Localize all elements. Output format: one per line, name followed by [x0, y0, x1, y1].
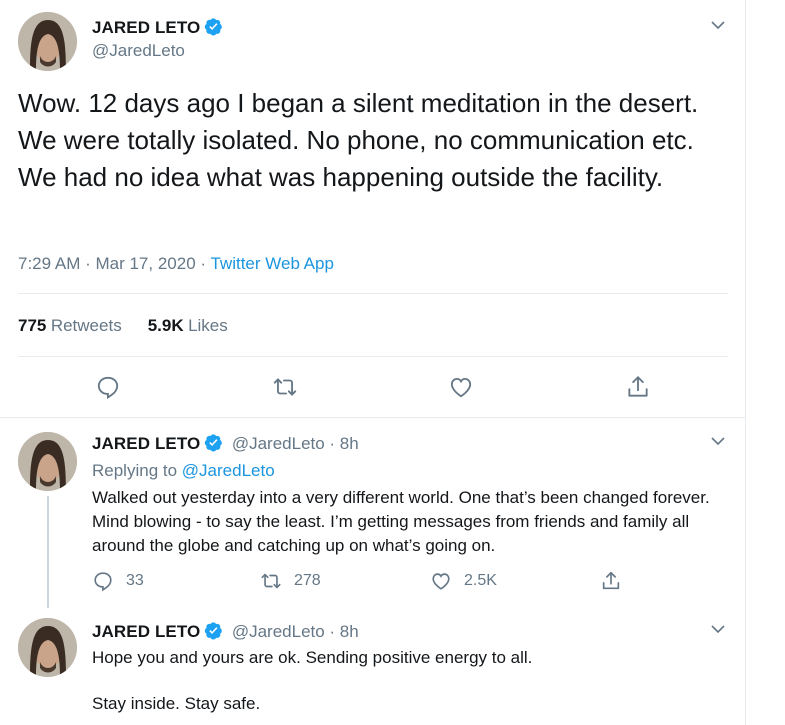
timeline-column: JARED LETO @JaredLeto Wow. 12 days ago I…	[0, 0, 746, 725]
reply-icon[interactable]	[95, 374, 121, 400]
author-name[interactable]: JARED LETO	[92, 18, 200, 37]
verified-badge-icon	[204, 621, 223, 640]
reply-header: JARED LETO @JaredLeto · 8h	[92, 621, 359, 642]
author-handle[interactable]: @JaredLeto	[92, 41, 185, 61]
retweet-icon[interactable]	[272, 374, 298, 400]
heart-icon	[430, 570, 452, 592]
chevron-down-icon[interactable]	[709, 432, 727, 450]
reply-button[interactable]: 33	[92, 570, 144, 592]
chevron-down-icon[interactable]	[709, 620, 727, 638]
tweet-timestamp-row: 7:29 AM · Mar 17, 2020 · Twitter Web App	[18, 254, 334, 274]
author-name[interactable]: JARED LETO	[92, 434, 200, 453]
verified-badge-icon	[204, 17, 223, 36]
tweet-source-link[interactable]: Twitter Web App	[210, 254, 333, 273]
tweet-time[interactable]: 7:29 AM · Mar 17, 2020 ·	[18, 254, 210, 273]
reply-text: Walked out yesterday into a very differe…	[92, 488, 710, 555]
thread-line	[47, 496, 49, 608]
chevron-down-icon[interactable]	[709, 16, 727, 34]
retweet-button[interactable]: 278	[260, 570, 321, 592]
tweet-text: Wow. 12 days ago I began a silent medita…	[18, 88, 699, 192]
heart-icon[interactable]	[448, 374, 474, 400]
tweet-stats: 775 Retweets 5.9K Likes	[18, 316, 228, 336]
replying-to: Replying to @JaredLeto	[92, 461, 275, 481]
retweets-count: 775	[18, 316, 47, 335]
author-handle-time[interactable]: @JaredLeto · 8h	[232, 434, 359, 453]
likes-label: Likes	[188, 316, 228, 335]
like-button[interactable]: 2.5K	[430, 570, 497, 592]
reply-icon	[92, 570, 114, 592]
author-handle-time[interactable]: @JaredLeto · 8h	[232, 622, 359, 641]
avatar[interactable]	[18, 12, 77, 71]
retweet-count: 278	[294, 572, 321, 589]
author-name[interactable]: JARED LETO	[92, 622, 200, 641]
reply-text-line1: Hope you and yours are ok. Sending posit…	[92, 648, 533, 667]
verified-badge-icon	[204, 433, 223, 452]
likes-count: 5.9K	[147, 316, 184, 335]
divider	[18, 293, 728, 294]
reply-header: JARED LETO @JaredLeto · 8h	[92, 433, 359, 454]
divider	[0, 417, 746, 418]
retweets-label: Retweets	[50, 316, 122, 335]
reply-count: 33	[126, 572, 144, 589]
avatar[interactable]	[18, 618, 77, 677]
retweet-icon	[260, 570, 282, 592]
replying-prefix: Replying to	[92, 461, 182, 480]
replying-handle-link[interactable]: @JaredLeto	[182, 461, 275, 480]
share-icon[interactable]	[600, 570, 622, 592]
likes-stat[interactable]: 5.9K Likes	[147, 316, 228, 335]
divider	[18, 356, 728, 357]
retweets-stat[interactable]: 775 Retweets	[18, 316, 122, 335]
reply-text-line2: Stay inside. Stay safe.	[92, 694, 261, 713]
like-count: 2.5K	[464, 572, 497, 589]
author-row: JARED LETO	[92, 17, 223, 38]
avatar[interactable]	[18, 432, 77, 491]
share-icon[interactable]	[625, 374, 651, 400]
